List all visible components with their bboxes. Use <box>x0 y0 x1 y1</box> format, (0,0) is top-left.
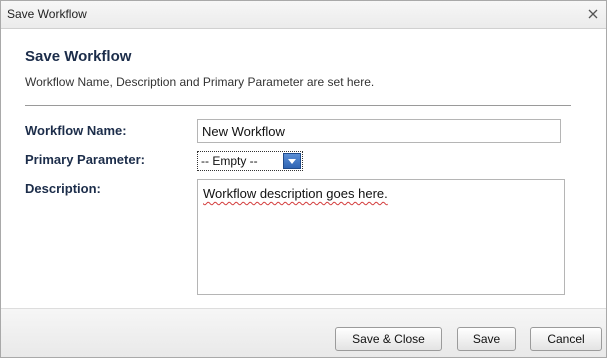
header-divider <box>25 105 571 106</box>
cancel-button[interactable]: Cancel <box>530 327 602 351</box>
save-button[interactable]: Save <box>457 327 516 351</box>
dropdown-arrow-button[interactable] <box>283 153 301 169</box>
section-title: Save Workflow <box>25 48 132 65</box>
close-button[interactable] <box>583 4 603 24</box>
save-and-close-button[interactable]: Save & Close <box>335 327 442 351</box>
primary-parameter-label: Primary Parameter: <box>25 152 145 167</box>
description-textarea[interactable]: Workflow description goes here. <box>197 179 565 295</box>
close-icon <box>588 9 598 19</box>
primary-parameter-value: -- Empty -- <box>201 154 258 168</box>
dialog-title: Save Workflow <box>7 7 87 21</box>
primary-parameter-select[interactable]: -- Empty -- <box>197 151 303 171</box>
chevron-down-icon <box>288 158 296 164</box>
workflow-name-label: Workflow Name: <box>25 123 127 138</box>
workflow-name-input[interactable] <box>197 119 561 143</box>
save-workflow-dialog: Save Workflow Save Workflow Workflow Nam… <box>0 0 607 358</box>
dialog-titlebar[interactable]: Save Workflow <box>1 1 606 29</box>
section-subtitle: Workflow Name, Description and Primary P… <box>25 75 375 89</box>
description-text: Workflow description goes here. <box>203 186 388 201</box>
description-label: Description: <box>25 181 101 196</box>
